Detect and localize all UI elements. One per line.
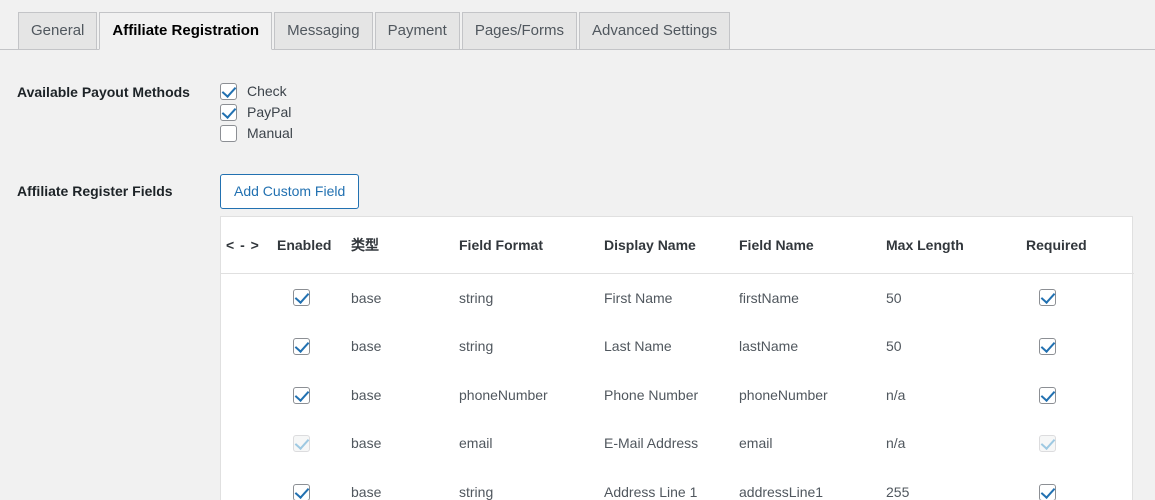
payout-methods-field: Check PayPal Manual [220, 81, 1155, 144]
row-enabled-cell [277, 419, 351, 468]
row-display-name: Last Name [604, 338, 672, 355]
row-field-format: string [459, 338, 494, 355]
enabled-checkbox[interactable] [293, 337, 310, 355]
table-header: < - > Enabled 类型 Field Format Display Name Fi… [221, 217, 1134, 274]
row-field-format: string [459, 484, 494, 500]
row-required-cell [1021, 419, 1134, 468]
tab-advanced-settings[interactable]: Advanced Settings [579, 12, 731, 50]
row-enabled-cell [277, 468, 351, 500]
payout-method-item[interactable]: PayPal [220, 102, 1155, 122]
row-max-length: n/a [886, 435, 906, 452]
row-field-format: string [459, 289, 494, 306]
row-field-name: lastName [739, 338, 799, 355]
add-custom-field-button[interactable]: Add Custom Field [220, 174, 360, 209]
required-checkbox [1039, 435, 1056, 453]
row-display-name: Address Line 1 [604, 484, 698, 500]
row-enabled-cell [277, 370, 351, 419]
row-field-name: email [739, 435, 773, 452]
required-checkbox[interactable] [1039, 386, 1056, 404]
column-header-required: Required [1021, 217, 1134, 274]
row-order-controls[interactable] [221, 273, 277, 322]
row-enabled-cell [277, 273, 351, 322]
register-fields-table-wrap: < - > Enabled 类型 Field Format Display Name Fi… [220, 216, 1134, 500]
row-type: base [351, 484, 382, 500]
enabled-checkbox[interactable] [293, 289, 310, 307]
row-max-length: 50 [886, 338, 902, 355]
row-type: base [351, 435, 382, 452]
payout-method-item[interactable]: Check [220, 81, 1155, 101]
row-order-controls[interactable] [221, 322, 277, 371]
row-order-controls[interactable] [221, 468, 277, 500]
payout-checkbox-manual[interactable] [220, 124, 237, 142]
row-display-name: E-Mail Address [604, 435, 699, 452]
column-header-max-length: Max Length [886, 217, 1021, 274]
row-order-controls[interactable] [221, 370, 277, 419]
payout-method-label[interactable]: Manual [247, 123, 293, 143]
table-row: base string Last Name lastName 50 [221, 322, 1134, 371]
payout-checkbox-check[interactable] [220, 82, 237, 100]
payout-method-label[interactable]: Check [247, 81, 287, 101]
table-row: base email E-Mail Address email n/a [221, 419, 1134, 468]
table-header-row: < - > Enabled 类型 Field Format Display Name Fi… [221, 217, 1134, 274]
row-field-format: email [459, 435, 493, 452]
column-header-field-name: Field Name [739, 217, 886, 274]
row-max-length: n/a [886, 386, 906, 403]
row-required-cell [1021, 273, 1134, 322]
enabled-checkbox[interactable] [293, 386, 310, 404]
required-checkbox[interactable] [1039, 483, 1056, 500]
register-fields-row: Affiliate Register Fields Add Custom Fie… [0, 174, 1155, 500]
row-field-format: phoneNumber [459, 386, 548, 403]
tab-pages-forms[interactable]: Pages/Forms [461, 12, 578, 50]
tab-payment[interactable]: Payment [374, 12, 460, 50]
row-type: base [351, 338, 382, 355]
tab-messaging[interactable]: Messaging [274, 12, 373, 50]
settings-tab-strip: General Affiliate Registration Messaging Pa… [0, 0, 1155, 50]
payout-method-label[interactable]: PayPal [247, 102, 291, 122]
payout-methods-row: Available Payout Methods Check PayPal Manu… [0, 81, 1155, 144]
table-row: base string Address Line 1 addressLine1 255 [221, 468, 1134, 500]
register-fields-label: Affiliate Register Fields [17, 183, 173, 199]
table-body: base string First Name firstName 50 base strin… [221, 273, 1134, 500]
row-max-length: 50 [886, 289, 902, 306]
payout-checkbox-paypal[interactable] [220, 103, 237, 121]
column-header-display-name: Display Name [604, 217, 739, 274]
row-required-cell [1021, 322, 1134, 371]
row-field-name: addressLine1 [739, 484, 824, 500]
payout-methods-list: Check PayPal Manual [220, 81, 1155, 143]
table-row: base phoneNumber Phone Number phoneNumber n/… [221, 370, 1134, 419]
payout-method-item[interactable]: Manual [220, 123, 1155, 143]
enabled-checkbox[interactable] [293, 483, 310, 500]
row-display-name: Phone Number [604, 386, 699, 403]
register-fields-table: < - > Enabled 类型 Field Format Display Name Fi… [221, 217, 1134, 500]
row-required-cell [1021, 468, 1134, 500]
enabled-checkbox [293, 435, 310, 453]
table-row: base string First Name firstName 50 [221, 273, 1134, 322]
register-fields-field: Add Custom Field < - > Enabled 类型 Field For… [220, 174, 1155, 500]
row-field-name: phoneNumber [739, 386, 828, 403]
payout-methods-label: Available Payout Methods [17, 84, 190, 100]
tab-general[interactable]: General [18, 12, 98, 50]
row-max-length: 255 [886, 484, 910, 500]
column-header-enabled: Enabled [277, 217, 351, 274]
required-checkbox[interactable] [1039, 337, 1056, 355]
row-order-controls[interactable] [221, 419, 277, 468]
tab-affiliate-registration[interactable]: Affiliate Registration [99, 12, 273, 50]
row-enabled-cell [277, 322, 351, 371]
column-header-type: 类型 [351, 217, 459, 274]
column-header-field-format: Field Format [459, 217, 604, 274]
row-display-name: First Name [604, 289, 673, 306]
row-type: base [351, 289, 382, 306]
row-required-cell [1021, 370, 1134, 419]
column-header-order: < - > [221, 217, 277, 274]
row-field-name: firstName [739, 289, 799, 306]
row-type: base [351, 386, 382, 403]
settings-form: Available Payout Methods Check PayPal Manu… [0, 81, 1155, 500]
required-checkbox[interactable] [1039, 289, 1056, 307]
